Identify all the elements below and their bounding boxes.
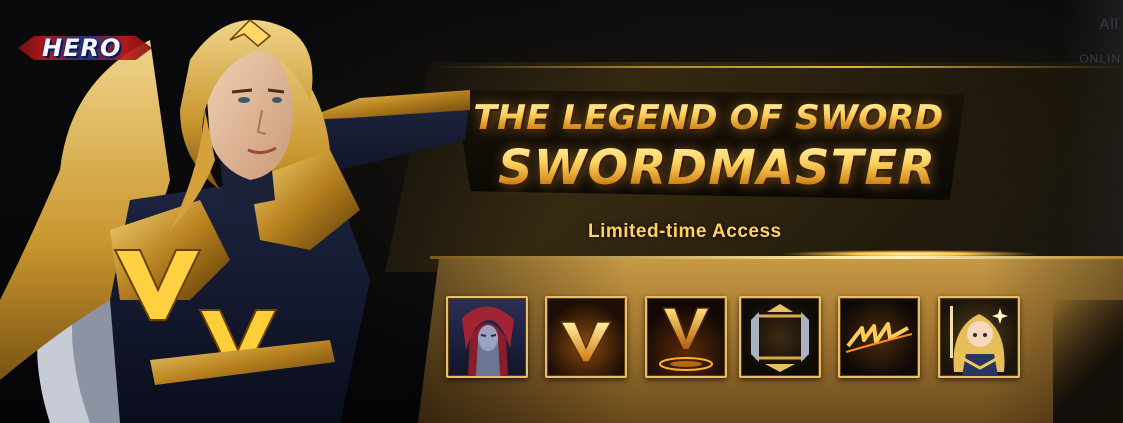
reward-slot-signature[interactable] (838, 296, 920, 378)
gold-v-aura-emblem-icon (659, 307, 713, 371)
event-title-line1: THE LEGEND OF SWORD (473, 98, 944, 138)
gold-frame-icon (751, 304, 809, 372)
title-panel-edge (435, 66, 1123, 68)
chibi-swordmaster-icon (950, 306, 1008, 376)
event-subtitle: Limited-time Access (588, 221, 782, 242)
hero-badge-label: HERO (42, 34, 122, 62)
reward-tray-edge (430, 256, 1123, 259)
event-title-line2: SWORDMASTER (498, 140, 937, 196)
event-banner[interactable]: All ONLIN THE LEGEND OF SWORD SWORDMASTE… (0, 0, 1123, 423)
tray-shadow (1053, 300, 1123, 423)
gold-signature-icon (845, 322, 913, 353)
gold-v-emblem-icon (559, 321, 613, 363)
background-top-right-text: All (1099, 16, 1119, 33)
reward-slot-chibi[interactable] (938, 296, 1020, 378)
reward-slot-v-emblem[interactable] (545, 296, 627, 378)
reward-slot-frame[interactable] (739, 296, 821, 378)
reward-slot-v-aura-emblem[interactable] (645, 296, 727, 378)
hero-badge: HERO (16, 30, 156, 70)
